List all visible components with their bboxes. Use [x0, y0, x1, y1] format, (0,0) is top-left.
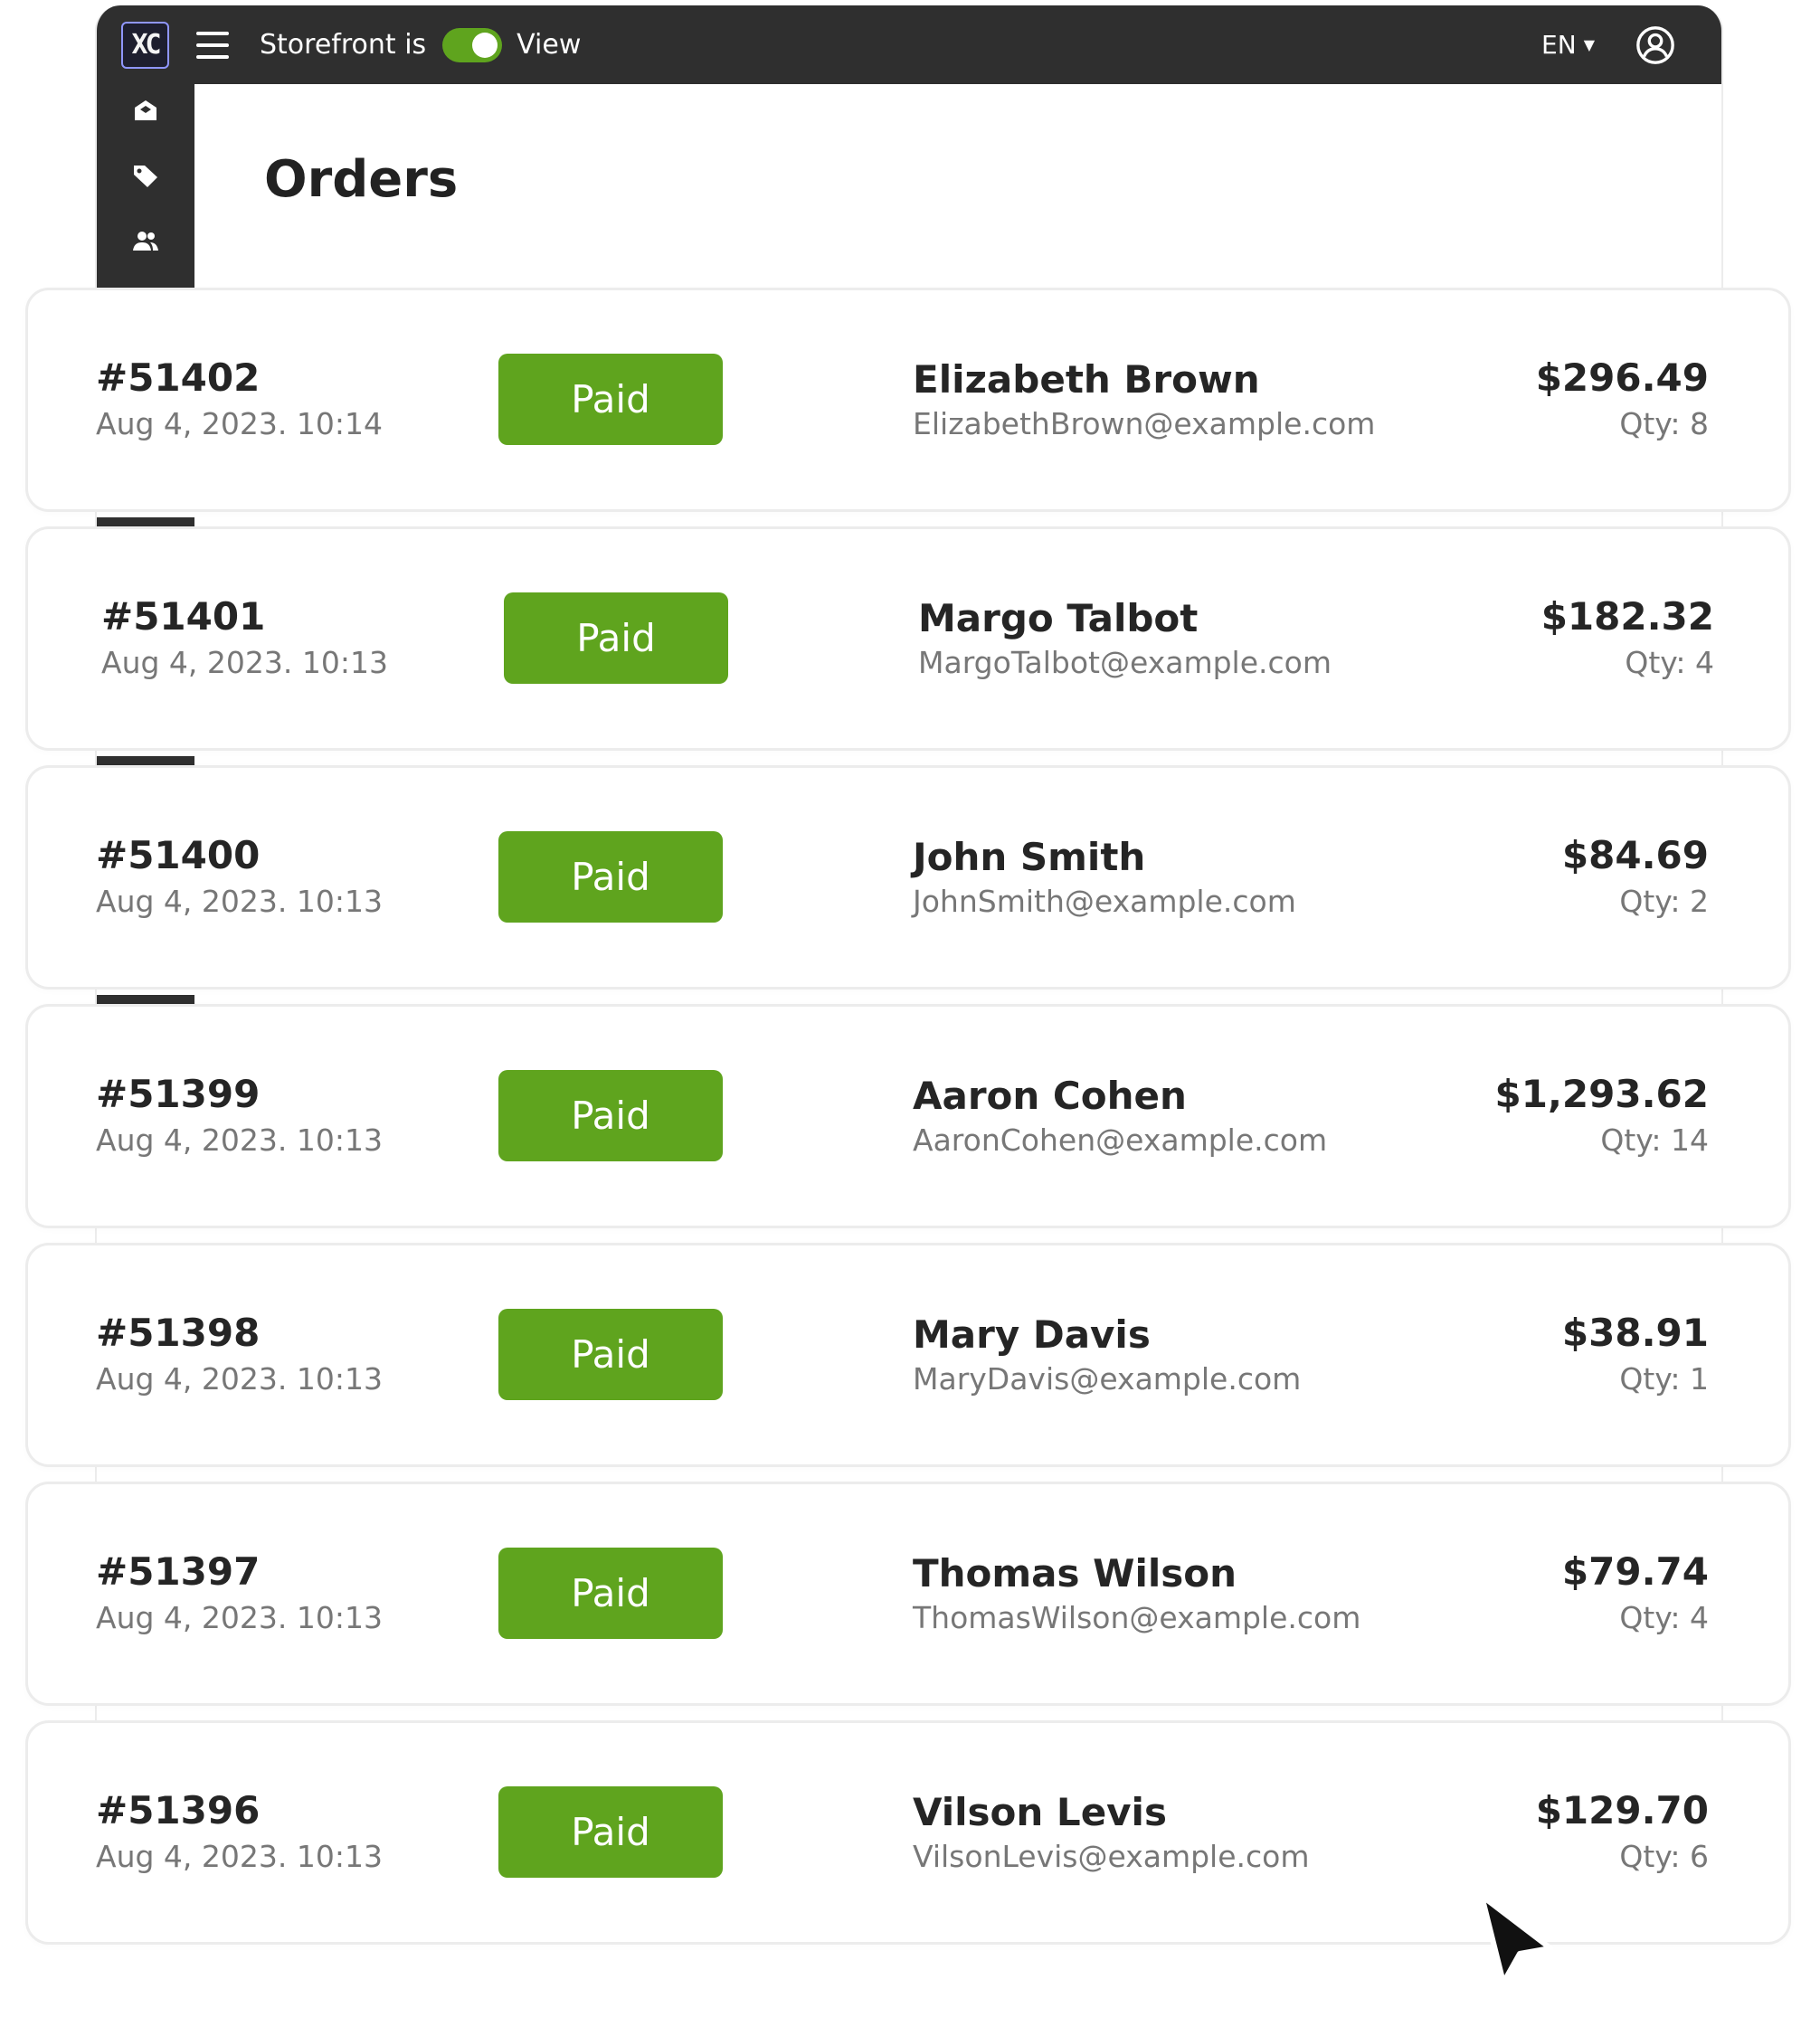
order-card[interactable]: #51397 Aug 4, 2023. 10:13 Paid Thomas Wi…: [25, 1482, 1791, 1706]
order-date: Aug 4, 2023. 10:13: [96, 884, 383, 919]
cursor-icon: [1479, 1893, 1553, 1985]
customer-name: Thomas Wilson: [913, 1551, 1237, 1596]
status-badge: Paid: [498, 1548, 723, 1639]
customer-email: JohnSmith@example.com: [913, 884, 1296, 919]
order-qty: Qty: 2: [1619, 884, 1709, 919]
order-date: Aug 4, 2023. 10:13: [96, 1361, 383, 1397]
order-card[interactable]: #51401 Aug 4, 2023. 10:13 Paid Margo Tal…: [25, 526, 1791, 751]
order-date: Aug 4, 2023. 10:13: [101, 645, 388, 680]
order-id: #51399: [96, 1072, 261, 1116]
customer-email: VilsonLevis@example.com: [913, 1839, 1310, 1874]
order-id: #51402: [96, 355, 261, 400]
storefront-label: Storefront is: [260, 29, 427, 61]
order-qty: Qty: 14: [1600, 1122, 1709, 1158]
storefront-toggle[interactable]: [442, 27, 503, 62]
tag-icon[interactable]: [131, 162, 160, 189]
order-id: #51401: [101, 594, 266, 639]
language-selector[interactable]: EN ▼: [1541, 30, 1595, 60]
page-title: Orders: [264, 150, 459, 209]
order-card[interactable]: #51399 Aug 4, 2023. 10:13 Paid Aaron Coh…: [25, 1004, 1791, 1228]
chevron-down-icon: ▼: [1583, 36, 1595, 53]
customer-email: MaryDavis@example.com: [913, 1361, 1302, 1397]
order-card[interactable]: #51400 Aug 4, 2023. 10:13 Paid John Smit…: [25, 765, 1791, 990]
status-badge: Paid: [498, 1070, 723, 1161]
top-bar: XC Storefront is View EN ▼: [97, 5, 1721, 84]
customer-name: Elizabeth Brown: [913, 357, 1260, 402]
customer-email: MargoTalbot@example.com: [918, 645, 1332, 680]
sidebar: [97, 84, 194, 290]
language-label: EN: [1541, 30, 1577, 60]
order-qty: Qty: 8: [1619, 406, 1709, 441]
customer-name: Aaron Cohen: [913, 1074, 1187, 1118]
view-storefront-link[interactable]: View: [517, 29, 581, 61]
order-total: $129.70: [1535, 1788, 1709, 1832]
order-card[interactable]: #51402 Aug 4, 2023. 10:14 Paid Elizabeth…: [25, 288, 1791, 512]
account-icon[interactable]: [1635, 24, 1676, 66]
box-icon[interactable]: [131, 97, 160, 124]
users-icon[interactable]: [131, 227, 160, 254]
order-total: $79.74: [1561, 1549, 1709, 1594]
customer-name: Vilson Levis: [913, 1790, 1167, 1834]
status-badge: Paid: [498, 354, 723, 445]
order-total: $296.49: [1535, 355, 1709, 400]
menu-icon[interactable]: [196, 31, 229, 59]
order-date: Aug 4, 2023. 10:13: [96, 1839, 383, 1874]
order-id: #51398: [96, 1311, 261, 1355]
status-badge: Paid: [498, 1309, 723, 1400]
order-date: Aug 4, 2023. 10:13: [96, 1600, 383, 1635]
customer-email: ElizabethBrown@example.com: [913, 406, 1376, 441]
order-total: $84.69: [1561, 833, 1709, 877]
order-qty: Qty: 6: [1619, 1839, 1709, 1874]
status-badge: Paid: [498, 1786, 723, 1878]
order-qty: Qty: 1: [1619, 1361, 1709, 1397]
order-id: #51396: [96, 1788, 261, 1832]
status-badge: Paid: [498, 831, 723, 923]
order-total: $182.32: [1540, 594, 1714, 639]
customer-name: Mary Davis: [913, 1312, 1151, 1357]
order-date: Aug 4, 2023. 10:14: [96, 406, 383, 441]
order-qty: Qty: 4: [1625, 645, 1714, 680]
customer-name: John Smith: [913, 835, 1146, 879]
order-card[interactable]: #51398 Aug 4, 2023. 10:13 Paid Mary Davi…: [25, 1243, 1791, 1467]
customer-email: AaronCohen@example.com: [913, 1122, 1328, 1158]
order-total: $1,293.62: [1494, 1072, 1709, 1116]
customer-name: Margo Talbot: [918, 596, 1199, 640]
order-total: $38.91: [1561, 1311, 1709, 1355]
status-badge: Paid: [504, 592, 728, 684]
order-date: Aug 4, 2023. 10:13: [96, 1122, 383, 1158]
customer-email: ThomasWilson@example.com: [913, 1600, 1361, 1635]
order-qty: Qty: 4: [1619, 1600, 1709, 1635]
order-id: #51397: [96, 1549, 261, 1594]
app-logo[interactable]: XC: [121, 21, 169, 69]
order-id: #51400: [96, 833, 261, 877]
